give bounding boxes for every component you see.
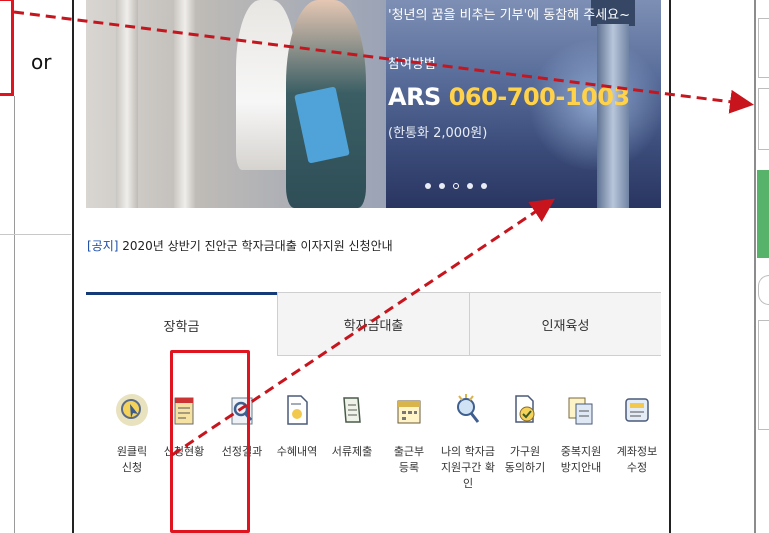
menu-document-submit[interactable]: 서류제출 bbox=[322, 392, 382, 460]
one-click-highlight-box bbox=[170, 350, 250, 533]
document-submit-icon bbox=[343, 397, 361, 423]
right-partial-box bbox=[758, 88, 769, 150]
menu-attendance-register[interactable]: 출근부 등록 bbox=[379, 392, 439, 476]
participate-label: 참여방법 bbox=[388, 57, 436, 72]
menu-household-consent[interactable]: 가구원 동의하기 bbox=[495, 392, 555, 476]
right-partial-box bbox=[758, 18, 769, 78]
column-pillar bbox=[116, 0, 138, 208]
or-annotation: or bbox=[31, 50, 52, 74]
menu-benefit-history[interactable]: 수혜내역 bbox=[267, 392, 327, 460]
ars-number: ARS 060-700-1003 bbox=[388, 83, 630, 111]
one-click-apply-icon bbox=[116, 394, 148, 426]
right-green-strip bbox=[757, 170, 769, 258]
notice-text: 2020년 상반기 진안군 학자금대출 이자지원 신청안내 bbox=[118, 239, 393, 253]
menu-account-edit[interactable]: 계좌정보 수정 bbox=[607, 392, 667, 476]
carousel-dot[interactable] bbox=[439, 183, 445, 189]
left-divider bbox=[14, 96, 15, 533]
menu-duplicate-prevention[interactable]: 중복지원 방지안내 bbox=[551, 392, 611, 476]
carousel-dot[interactable] bbox=[467, 183, 473, 189]
mobile-page: '청년의 꿈을 비추는 기부'에 동참해 주세요~ 참여방법 ARS 060-7… bbox=[72, 0, 671, 533]
household-consent-icon bbox=[515, 395, 535, 423]
banner-slogan: '청년의 꿈을 비추는 기부'에 동참해 주세요~ bbox=[388, 8, 631, 23]
right-divider bbox=[754, 0, 756, 533]
carousel-dot-active[interactable] bbox=[453, 183, 459, 189]
menu-one-click-apply[interactable]: 원클릭 신청 bbox=[102, 392, 162, 476]
benefit-history-icon bbox=[287, 395, 308, 425]
right-panel bbox=[671, 0, 769, 533]
notice-link[interactable]: [공지] 2020년 상반기 진안군 학자금대출 이자지원 신청안내 bbox=[87, 237, 393, 254]
left-separator bbox=[0, 234, 71, 235]
duplicate-prevention-icon bbox=[568, 397, 593, 425]
donation-banner[interactable]: '청년의 꿈을 비추는 기부'에 동참해 주세요~ 참여방법 ARS 060-7… bbox=[86, 0, 661, 208]
right-partial-box bbox=[758, 275, 769, 305]
column-pillar bbox=[174, 0, 196, 208]
right-partial-box bbox=[758, 320, 769, 430]
menu-support-bracket[interactable]: 나의 학자금 지원구간 확인 bbox=[438, 392, 498, 492]
support-bracket-icon bbox=[457, 394, 480, 423]
screenshot-stage: or '청년의 꿈을 비추는 기부'에 동참해 주세요~ 참여방법 ARS 06… bbox=[0, 0, 769, 533]
left-highlight-box bbox=[0, 0, 14, 96]
tab-student-loan[interactable]: 학자금대출 bbox=[277, 292, 469, 356]
account-edit-icon bbox=[625, 398, 649, 422]
tab-scholarship[interactable]: 장학금 bbox=[86, 292, 277, 356]
notice-tag: [공지] bbox=[87, 239, 119, 253]
category-tabs: 장학금 학자금대출 인재육성 bbox=[86, 292, 661, 356]
carousel-dot[interactable] bbox=[481, 183, 487, 189]
call-fee: (한통화 2,000원) bbox=[388, 126, 488, 141]
carousel-dots[interactable] bbox=[425, 183, 487, 189]
banner-photo bbox=[86, 0, 386, 208]
attendance-register-icon bbox=[397, 400, 421, 424]
carousel-dot[interactable] bbox=[425, 183, 431, 189]
left-panel: or bbox=[0, 0, 71, 533]
tab-talent-development[interactable]: 인재육성 bbox=[469, 292, 661, 356]
